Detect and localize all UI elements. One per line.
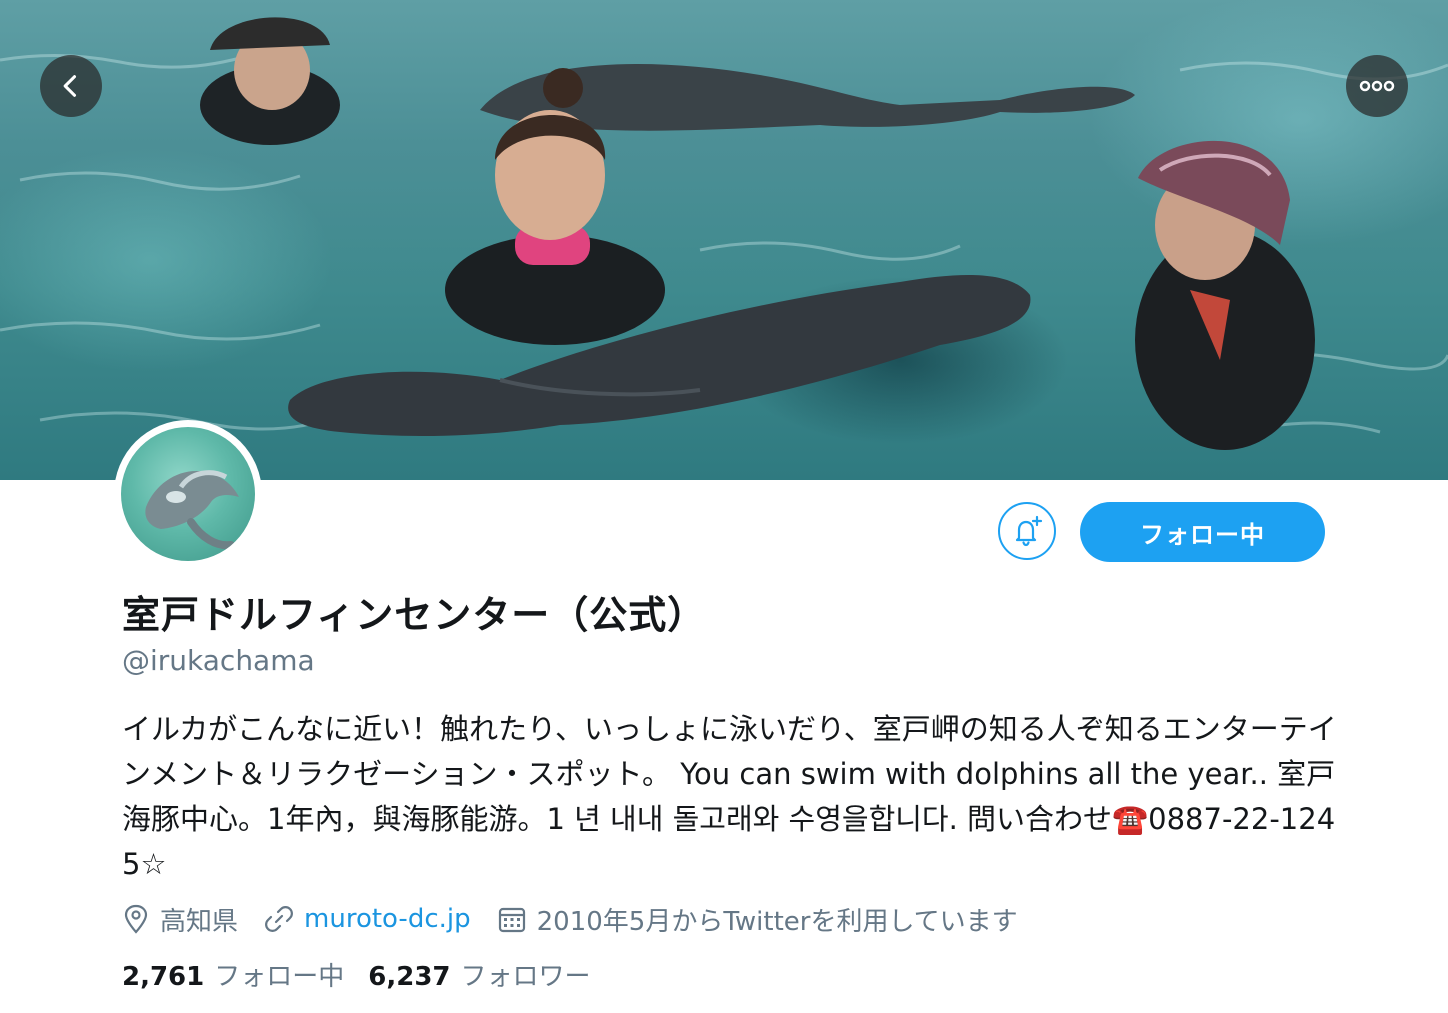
location-pin-icon	[122, 904, 150, 934]
joined-text: 2010年5月からTwitterを利用しています	[536, 906, 1018, 937]
location-item: 高知県	[122, 901, 238, 938]
banner-photo	[0, 17, 1448, 450]
profile-banner	[0, 0, 1448, 480]
followers-label: フォロワー	[460, 962, 591, 992]
link-icon	[264, 904, 294, 934]
chevron-left-icon	[63, 75, 77, 97]
profile-bio: イルカがこんなに近い！触れたり、いっしょに泳いだり、室戸岬の知る人ぞ知るエンター…	[122, 712, 1337, 881]
website-item: muroto-dc.jp	[264, 904, 471, 934]
bell-plus-icon	[1015, 515, 1043, 547]
following-label: フォロー中	[214, 962, 345, 992]
profile-meta: 高知県 muroto-dc.jp 2010年5月からTwitterを利用していま…	[122, 896, 1044, 942]
profile-avatar[interactable]	[114, 420, 262, 568]
website-link[interactable]: muroto-dc.jp	[304, 904, 471, 934]
calendar-icon	[497, 904, 527, 934]
profile-stats: 2,761 フォロー中 6,237 フォロワー	[122, 956, 615, 993]
profile-handle: @irukachama	[122, 644, 315, 677]
location-text: 高知県	[160, 906, 239, 937]
following-count: 2,761	[122, 962, 205, 992]
dolphin-avatar-graphic	[145, 470, 239, 550]
notifications-button[interactable]	[998, 502, 1056, 560]
profile-name: 室戸ドルフィンセンター（公式）	[122, 593, 707, 637]
more-horizontal-icon	[1359, 80, 1395, 92]
more-options-button[interactable]	[1346, 55, 1408, 117]
followers-count: 6,237	[368, 962, 451, 992]
back-button[interactable]	[40, 55, 102, 117]
followers-stat[interactable]: 6,237 フォロワー	[368, 956, 590, 993]
following-stat[interactable]: 2,761 フォロー中	[122, 956, 344, 993]
joined-item: 2010年5月からTwitterを利用しています	[497, 901, 1018, 938]
following-button[interactable]: フォロー中	[1080, 502, 1325, 562]
avatar-image	[121, 427, 255, 561]
